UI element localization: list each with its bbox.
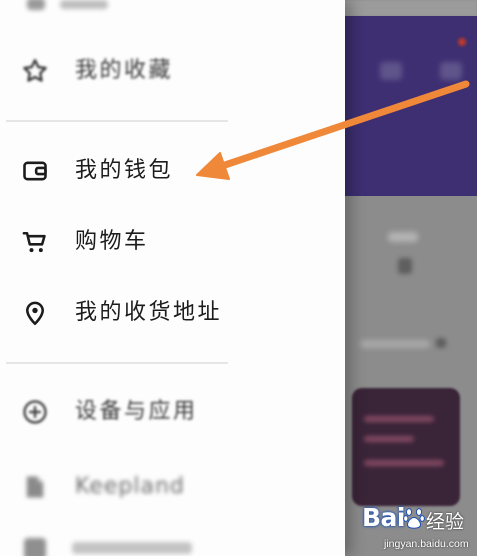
status-bar [330,0,477,16]
menu-item-label: 设备与应用 [75,399,198,424]
header-icon [440,62,462,80]
cart-icon [21,228,49,256]
menu-item-label: 我的收货地址 [75,300,223,325]
menu-item-favorites[interactable]: 我的收藏 [0,46,330,96]
navigation-drawer: 我的收藏 我的钱包 购物车 我的收货地址 设备与应用 Keepland [0,0,345,556]
watermark-url: jingyan.baidu.com [384,538,469,550]
menu-item-label: 我的收藏 [75,58,174,83]
blurred-content [398,258,412,274]
menu-item-cart[interactable]: 购物车 [0,217,330,267]
blurred-content [360,340,430,348]
section-divider [6,120,228,122]
menu-item-label: 购物车 [75,229,149,254]
blurred-bottom-icon [24,538,46,556]
blurred-content [388,232,418,242]
menu-item-label: 我的钱包 [75,158,174,183]
dimmed-page-backdrop[interactable] [330,0,477,556]
watermark-product: 经验 [426,511,465,533]
menu-item-keepland[interactable]: Keepland [0,462,330,512]
page-header [330,16,477,196]
star-icon [21,57,49,85]
app-screen: 我的收藏 我的钱包 购物车 我的收货地址 设备与应用 Keepland Bai … [0,0,477,556]
menu-item-label: Keepland [75,474,185,499]
wallet-icon [21,157,49,185]
location-pin-icon [21,299,49,327]
header-icon [380,62,402,80]
blurred-top-icon [27,0,45,10]
baidu-jingyan-watermark: Bai 经验 jingyan.baidu.com [358,500,473,554]
baidu-paw-icon [403,508,425,529]
watermark-brand: Bai [362,503,406,532]
promo-card[interactable] [352,388,460,506]
blurred-top-label [60,0,108,9]
plus-circle-icon [21,398,49,426]
document-icon [21,473,49,501]
section-divider [6,362,228,364]
blurred-bottom-label [72,542,192,554]
chevron-down-icon [436,338,446,348]
menu-item-devices-apps[interactable]: 设备与应用 [0,387,330,437]
menu-item-shipping-address[interactable]: 我的收货地址 [0,288,330,338]
notification-dot [458,38,466,46]
menu-item-wallet[interactable]: 我的钱包 [0,146,330,196]
